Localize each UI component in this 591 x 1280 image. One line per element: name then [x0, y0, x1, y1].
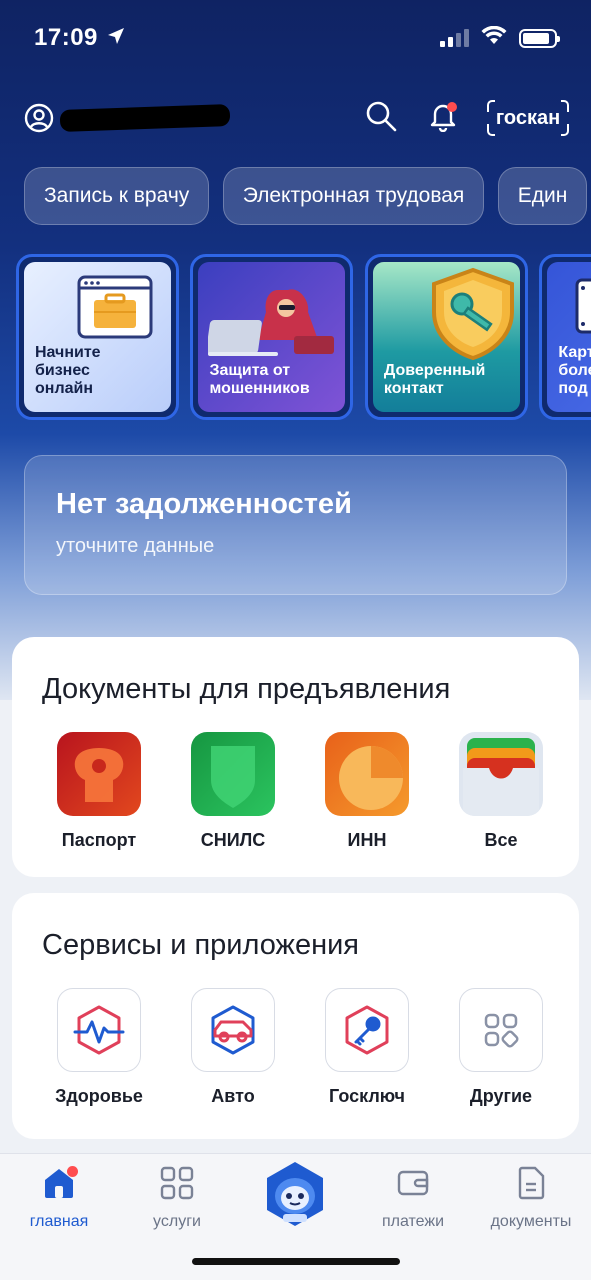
debt-subtitle: уточните данные	[56, 535, 215, 557]
search-icon	[364, 99, 398, 138]
wifi-icon	[481, 25, 507, 51]
services-panel: Сервисы и приложения Здоровье Авто Госкл…	[12, 893, 579, 1139]
tab-services[interactable]: услуги	[122, 1166, 232, 1231]
clipboard-icon	[575, 278, 591, 334]
passport-icon	[57, 732, 141, 816]
tab-home[interactable]: главная	[4, 1166, 114, 1231]
documents-panel: Документы для предъявления Паспорт СНИЛС	[12, 637, 579, 877]
home-indicator	[192, 1258, 400, 1265]
document-all[interactable]: Все	[452, 732, 550, 851]
car-icon	[191, 988, 275, 1072]
briefcase-window-icon	[77, 275, 153, 339]
story-label: Начните бизнес онлайн	[35, 344, 101, 397]
quick-chips: Запись к врачу Электронная трудовая Един	[24, 167, 591, 225]
tab-label: документы	[490, 1213, 572, 1230]
top-actions: госкан	[363, 100, 569, 136]
stories-carousel: Начните бизнес онлайн Защита от мошенник…	[16, 254, 591, 420]
robot-assistant-icon	[267, 1162, 323, 1226]
document-label: Все	[484, 830, 518, 850]
tab-label: главная	[29, 1213, 89, 1230]
chip-partial[interactable]: Един	[497, 167, 588, 225]
debt-status-card[interactable]: Нет задолженностей уточните данные	[24, 455, 567, 595]
key-icon	[325, 988, 409, 1072]
hacker-illustration-icon	[208, 289, 335, 356]
chip-electronic-workbook[interactable]: Электронная трудовая	[222, 167, 485, 225]
document-passport[interactable]: Паспорт	[50, 732, 148, 851]
top-bar: госкан	[24, 96, 569, 140]
service-goskey[interactable]: Госключ	[318, 988, 416, 1107]
profile-name-redacted[interactable]	[59, 104, 231, 132]
health-icon	[57, 988, 141, 1072]
service-label: Другие	[469, 1086, 533, 1106]
service-health[interactable]: Здоровье	[50, 988, 148, 1107]
inn-icon	[325, 732, 409, 816]
story-sick-card[interactable]: Карта боле под р	[539, 254, 591, 420]
tab-label: услуги	[153, 1213, 201, 1230]
tab-payments[interactable]: платежи	[358, 1166, 468, 1231]
status-indicators	[440, 25, 560, 51]
cellular-signal-icon	[440, 29, 469, 47]
story-fraud-protection[interactable]: Защита от мошенников	[190, 254, 354, 420]
document-icon	[516, 1166, 546, 1205]
story-trusted-contact[interactable]: Доверенный контакт	[364, 254, 528, 420]
service-other[interactable]: Другие	[452, 988, 550, 1107]
story-business-online[interactable]: Начните бизнес онлайн	[16, 254, 179, 420]
notification-badge	[447, 102, 457, 112]
shield-key-icon	[431, 267, 514, 361]
grid-icon	[160, 1166, 194, 1205]
profile-icon[interactable]	[24, 103, 54, 133]
assistant-button[interactable]	[263, 1160, 327, 1230]
goskan-button[interactable]: госкан	[487, 100, 569, 136]
tab-label: платежи	[381, 1213, 445, 1230]
documents-title: Документы для предъявления	[42, 673, 451, 705]
goskan-label: госкан	[495, 106, 561, 129]
story-label: Карта боле под р	[558, 344, 591, 397]
wallet-icon	[396, 1166, 430, 1205]
chip-doctor-appointment[interactable]: Запись к врачу	[24, 167, 210, 225]
service-label: Авто	[211, 1086, 255, 1106]
status-bar: 17:09	[0, 0, 591, 76]
debt-title: Нет задолженностей	[56, 488, 352, 520]
document-label: СНИЛС	[200, 830, 266, 850]
home-badge	[67, 1166, 78, 1177]
document-inn[interactable]: ИНН	[318, 732, 416, 851]
wallet-cards-icon	[459, 732, 543, 816]
grid-icon	[459, 988, 543, 1072]
documents-row: Паспорт СНИЛС ИНН Все	[50, 732, 550, 851]
document-snils[interactable]: СНИЛС	[184, 732, 282, 851]
tab-documents[interactable]: документы	[476, 1166, 586, 1231]
services-title: Сервисы и приложения	[42, 929, 359, 961]
story-label: Доверенный контакт	[383, 362, 486, 397]
document-label: ИНН	[347, 830, 387, 850]
story-label: Защита от мошенников	[209, 362, 310, 397]
service-label: Госключ	[329, 1086, 405, 1106]
service-auto[interactable]: Авто	[184, 988, 282, 1107]
battery-icon	[519, 28, 560, 48]
snils-icon	[191, 732, 275, 816]
status-time: 17:09	[34, 24, 98, 51]
services-row: Здоровье Авто Госключ Другие	[50, 988, 550, 1107]
location-arrow-icon	[106, 26, 126, 51]
document-label: Паспорт	[61, 830, 137, 850]
notifications-button[interactable]	[425, 100, 461, 136]
service-label: Здоровье	[55, 1086, 143, 1106]
search-button[interactable]	[363, 100, 399, 136]
